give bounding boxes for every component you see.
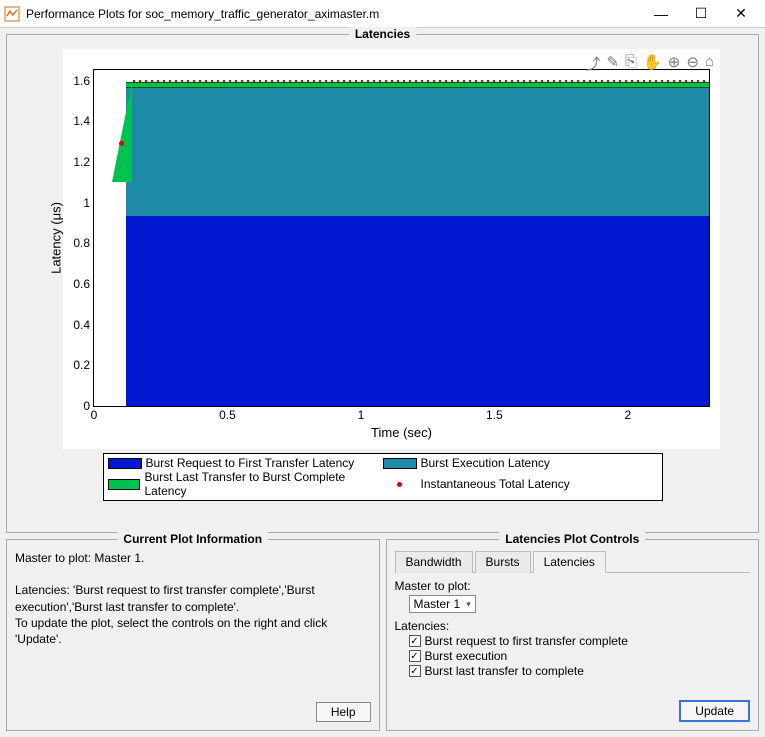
rise-edge [112, 82, 137, 406]
master-label: Master to plot: [395, 579, 751, 593]
brush-icon[interactable]: ✎ [607, 53, 620, 74]
checkbox-icon: ✓ [409, 635, 421, 647]
chevron-down-icon: ▾ [466, 599, 471, 610]
check-burst-execution[interactable]: ✓ Burst execution [409, 649, 751, 663]
info-panel: Current Plot Information Master to plot:… [6, 539, 380, 731]
tab-bar: Bandwidth Bursts Latencies [395, 550, 751, 573]
xtick: 1 [358, 408, 365, 422]
home-icon[interactable]: ⌂ [705, 53, 714, 74]
minimize-button[interactable]: — [641, 0, 681, 28]
plot-panel: Latencies ⤴ ✎ ⎘ ✋ ⊕ ⊖ ⌂ [6, 34, 759, 533]
series-red-dots [131, 80, 709, 82]
check-label: Burst execution [425, 649, 508, 663]
info-line: Latencies: 'Burst request to first trans… [15, 582, 371, 614]
xtick: 0.5 [219, 408, 236, 422]
ytick: 1 [83, 196, 90, 210]
close-button[interactable]: ✕ [721, 0, 761, 28]
legend-label: Burst Last Transfer to Burst Complete La… [144, 470, 382, 498]
zoom-in-icon[interactable]: ⊕ [668, 53, 681, 74]
chart-legend: Burst Request to First Transfer Latency … [103, 453, 663, 501]
latencies-label: Latencies: [395, 619, 751, 633]
help-button[interactable]: Help [316, 702, 371, 722]
ytick: 1.4 [73, 114, 90, 128]
axes-toolbar: ⤴ ✎ ⎘ ✋ ⊕ ⊖ ⌂ [585, 53, 714, 74]
y-axis-label: Latency (μs) [49, 202, 64, 274]
legend-label: Instantaneous Total Latency [421, 477, 570, 491]
check-burst-request[interactable]: ✓ Burst request to first transfer comple… [409, 634, 751, 648]
controls-panel: Latencies Plot Controls Bandwidth Bursts… [386, 539, 760, 731]
xtick: 1.5 [486, 408, 503, 422]
titlebar: Performance Plots for soc_memory_traffic… [0, 0, 765, 28]
ytick: 0.4 [73, 318, 90, 332]
check-label: Burst request to first transfer complete [425, 634, 628, 648]
info-line: Master to plot: Master 1. [15, 550, 371, 566]
ytick: 0.2 [73, 358, 90, 372]
tab-bandwidth[interactable]: Bandwidth [395, 551, 473, 573]
controls-panel-title: Latencies Plot Controls [499, 532, 645, 546]
plot-title: Latencies [349, 27, 416, 41]
series-green [126, 82, 709, 89]
legend-label: Burst Request to First Transfer Latency [146, 456, 355, 470]
window-title: Performance Plots for soc_memory_traffic… [26, 7, 641, 21]
data-tips-icon[interactable]: ⎘ [625, 53, 637, 74]
update-button[interactable]: Update [679, 700, 750, 722]
info-line: To update the plot, select the controls … [15, 615, 371, 647]
maximize-button[interactable]: ☐ [681, 0, 721, 28]
legend-label: Burst Execution Latency [421, 456, 550, 470]
checkbox-icon: ✓ [409, 665, 421, 677]
chart-axes[interactable]: 0 0.2 0.4 0.6 0.8 1 1.2 1.4 1.6 0 0.5 1 … [93, 69, 710, 407]
tab-latencies[interactable]: Latencies [533, 551, 606, 573]
tab-bursts[interactable]: Bursts [475, 551, 531, 573]
share-icon[interactable]: ⤴ [585, 53, 600, 74]
master-select-value: Master 1 [414, 597, 461, 611]
legend-item: Burst Execution Latency [383, 456, 658, 470]
legend-item: Burst Last Transfer to Burst Complete La… [108, 470, 383, 498]
x-axis-label: Time (sec) [371, 425, 432, 440]
ytick: 0 [83, 399, 90, 413]
legend-item: Instantaneous Total Latency [383, 470, 658, 498]
pan-icon[interactable]: ✋ [643, 53, 662, 74]
ytick: 0.6 [73, 277, 90, 291]
ytick: 1.2 [73, 155, 90, 169]
xtick: 0 [91, 408, 98, 422]
check-label: Burst last transfer to complete [425, 664, 584, 678]
series-blue [126, 216, 709, 406]
check-burst-last-transfer[interactable]: ✓ Burst last transfer to complete [409, 664, 751, 678]
ytick: 0.8 [73, 236, 90, 250]
red-dot-start [119, 141, 124, 146]
plot-area: ⤴ ✎ ⎘ ✋ ⊕ ⊖ ⌂ 0 0.2 [63, 49, 720, 449]
zoom-out-icon[interactable]: ⊖ [686, 53, 699, 74]
app-icon [4, 6, 20, 22]
xtick: 2 [624, 408, 631, 422]
legend-item: Burst Request to First Transfer Latency [108, 456, 383, 470]
checkbox-icon: ✓ [409, 650, 421, 662]
master-select[interactable]: Master 1 ▾ [409, 595, 476, 613]
info-panel-title: Current Plot Information [117, 532, 268, 546]
ytick: 1.6 [73, 74, 90, 88]
